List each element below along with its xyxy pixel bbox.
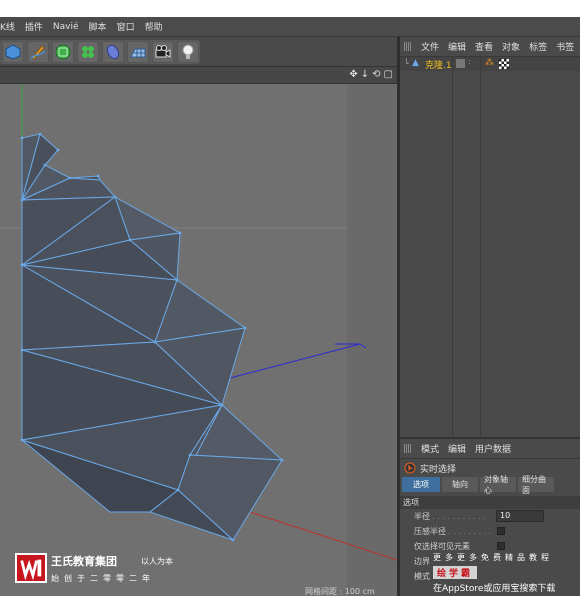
prop-radius: 半径. . . . . . . . . . . 10: [400, 509, 580, 524]
column-divider: [480, 57, 481, 437]
visible-only-checkbox[interactable]: [497, 542, 505, 550]
prop-visible-label: 仅选择可见元素: [414, 542, 470, 551]
om-menu-view[interactable]: 查看: [475, 40, 493, 53]
camera-icon[interactable]: [152, 41, 174, 63]
viewport-header: ✥ ↓ ⟲ ▢: [0, 67, 397, 84]
object-manager-menu: 文件 编辑 查看 对象 标签 书签: [400, 37, 580, 57]
polygon-object-icon: ▲: [412, 58, 419, 68]
menu-item-help[interactable]: 帮助: [145, 20, 163, 33]
am-menu-edit[interactable]: 编辑: [448, 442, 466, 455]
section-header: 选项: [400, 496, 580, 509]
menu-item-plugins[interactable]: 插件: [25, 20, 43, 33]
om-menu-object[interactable]: 对象: [502, 40, 520, 53]
logo-title: 王氏教育集团: [51, 555, 117, 568]
om-menu-tags[interactable]: 标签: [529, 40, 547, 53]
grip-icon[interactable]: [404, 42, 412, 51]
tool-group: [0, 40, 200, 64]
menubar: K线 插件 Navié 脚本 窗口 帮助: [0, 17, 580, 37]
layer-icon[interactable]: [456, 59, 465, 68]
cloner-icon[interactable]: [77, 41, 99, 63]
light-icon[interactable]: [177, 41, 199, 63]
prop-dots: . . . . . . . . .: [448, 527, 492, 536]
promo-line3: 在AppStore或应用宝搜索下载: [433, 584, 556, 594]
floor-icon[interactable]: [127, 41, 149, 63]
tab-axis[interactable]: 轴向: [442, 477, 478, 492]
promo-line1: 更多更多免费精品教程: [433, 553, 553, 562]
tag-icon[interactable]: ⁂: [485, 58, 494, 68]
attribute-manager-menu: 模式 编辑 用户数据: [400, 439, 580, 459]
logo-motto: 以人为本: [141, 557, 173, 566]
maximize-icon[interactable]: ▢: [384, 69, 393, 80]
tab-object-axis[interactable]: 对象轴心: [480, 475, 516, 495]
prop-pressure-label: 压感半径: [414, 527, 446, 536]
texture-tag-icon[interactable]: [499, 59, 509, 69]
om-menu-bookmarks[interactable]: 书签: [556, 40, 574, 53]
toolbar: [0, 37, 397, 67]
promo-brand: 绘学霸: [433, 566, 478, 579]
cube-icon[interactable]: [2, 41, 24, 63]
grip-icon[interactable]: [404, 444, 412, 453]
prop-radius-label: 半径: [414, 512, 430, 521]
watermark-logo: 王氏教育集团 以人为本 始创于二零零二年: [15, 551, 185, 591]
am-menu-userdata[interactable]: 用户数据: [475, 442, 511, 455]
live-selection-icon: [404, 462, 416, 474]
rotate-icon[interactable]: ⟲: [372, 69, 380, 80]
om-menu-edit[interactable]: 编辑: [448, 40, 466, 53]
viewport-right-shade: [347, 84, 397, 596]
prop-mode-label: 模式: [414, 572, 430, 581]
grid-spacing-readout: 网格间距 : 100 cm: [305, 587, 375, 596]
om-menu-file[interactable]: 文件: [421, 40, 439, 53]
tab-options[interactable]: 选项: [402, 477, 440, 492]
prop-pressure-radius: 压感半径. . . . . . . . .: [400, 524, 580, 539]
viewport-nav: ✥ ↓ ⟲ ▢: [349, 69, 393, 80]
logo-subtitle: 始创于二零零二年: [51, 574, 155, 583]
column-divider: [452, 57, 453, 437]
pen-icon[interactable]: [27, 41, 49, 63]
watermark-promo: 更多更多免费精品教程 绘学霸 在AppStore或应用宝搜索下载: [433, 552, 578, 594]
move-icon[interactable]: ✥: [349, 69, 357, 80]
menu-item-plugins-k[interactable]: K线: [0, 20, 15, 33]
subdivision-icon[interactable]: [52, 41, 74, 63]
am-menu-mode[interactable]: 模式: [421, 442, 439, 455]
pressure-radius-checkbox[interactable]: [497, 527, 505, 535]
viewport-3d[interactable]: [0, 84, 397, 596]
deformer-icon[interactable]: [102, 41, 124, 63]
down-arrow-icon[interactable]: ↓: [361, 69, 369, 80]
menu-item-script[interactable]: 脚本: [89, 20, 107, 33]
tool-title-text: 实时选择: [420, 464, 457, 475]
tab-subdivision[interactable]: 细分曲面: [518, 475, 554, 495]
object-manager: 文件 编辑 查看 对象 标签 书签 └ ▲ 克隆.1 : ⁂: [400, 37, 580, 437]
logo-mark: [15, 553, 47, 583]
prop-border-label: 边界: [414, 557, 430, 566]
scene-svg: [0, 84, 397, 596]
radius-input[interactable]: 10: [496, 510, 544, 522]
z-axis-line: [229, 343, 361, 379]
object-row[interactable]: └ ▲ 克隆.1 : ⁂: [400, 57, 580, 71]
attribute-tabs: 选项 轴向 对象轴心 细分曲面: [400, 475, 580, 495]
tree-line-icon: └: [404, 59, 409, 68]
menu-item-navie[interactable]: Navié: [53, 22, 79, 32]
title-area: [0, 0, 580, 17]
mesh-object: [20, 133, 284, 541]
prop-dots: . . . . . . . . . . .: [432, 512, 486, 521]
menu-item-window[interactable]: 窗口: [117, 20, 135, 33]
promo-line2: 绘学霸: [433, 566, 578, 579]
visibility-dots-icon[interactable]: :: [468, 57, 471, 66]
object-name[interactable]: 克隆.1: [425, 58, 452, 71]
